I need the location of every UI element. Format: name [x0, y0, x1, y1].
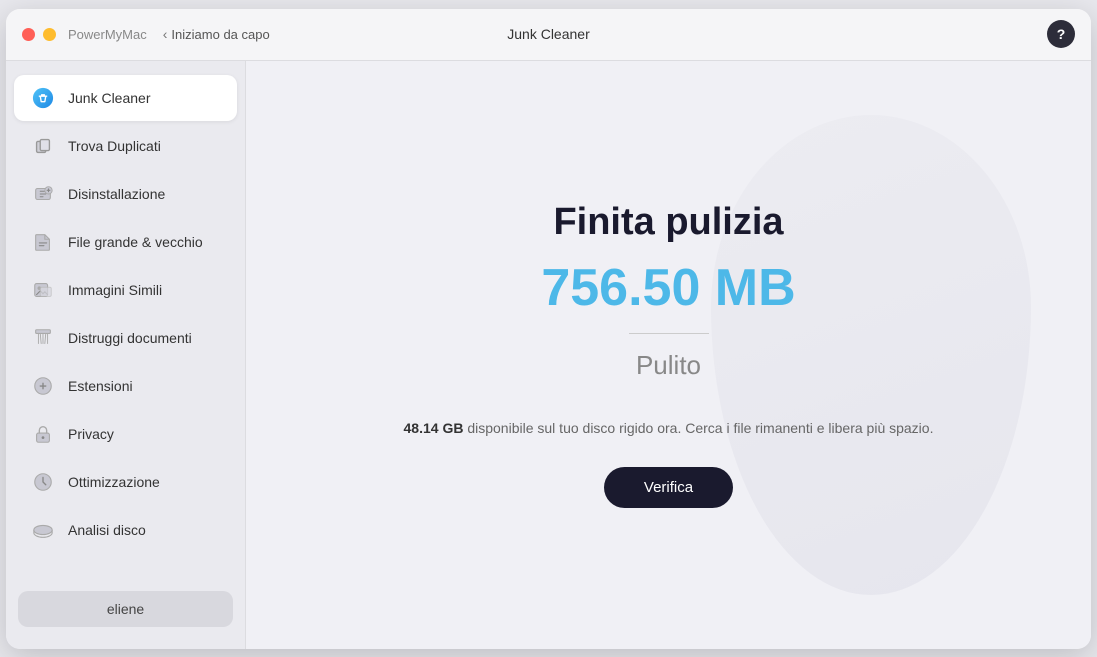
user-button[interactable]: eliene [18, 591, 233, 627]
sidebar-item-trova-duplicati[interactable]: Trova Duplicati [14, 123, 237, 169]
result-size: 756.50 MB [541, 260, 795, 317]
app-brand: PowerMyMac [68, 27, 147, 42]
sidebar-item-estensioni[interactable]: Estensioni [14, 363, 237, 409]
sidebar-label-disinstallazione: Disinstallazione [68, 186, 165, 202]
result-status: Pulito [636, 350, 701, 381]
title-bar: PowerMyMac ‹ Iniziamo da capo Junk Clean… [6, 9, 1091, 61]
sidebar-item-disinstallazione[interactable]: Disinstallazione [14, 171, 237, 217]
sidebar-item-ottimizzazione[interactable]: Ottimizzazione [14, 459, 237, 505]
trova-duplicati-icon [30, 133, 56, 159]
file-grande-icon [30, 229, 56, 255]
chevron-left-icon: ‹ [163, 26, 168, 42]
close-button[interactable] [22, 28, 35, 41]
disk-free-amount: 48.14 GB [404, 420, 464, 436]
minimize-button[interactable] [43, 28, 56, 41]
app-window: PowerMyMac ‹ Iniziamo da capo Junk Clean… [6, 9, 1091, 649]
verify-button[interactable]: Verifica [604, 467, 733, 508]
sidebar-footer: eliene [6, 581, 245, 637]
sidebar-item-privacy[interactable]: Privacy [14, 411, 237, 457]
disinstallazione-icon [30, 181, 56, 207]
analisi-disco-icon [30, 517, 56, 543]
nav-back-label: Iniziamo da capo [171, 27, 269, 42]
sidebar: Junk Cleaner Trova Duplicati [6, 61, 246, 649]
immagini-simili-icon [30, 277, 56, 303]
sidebar-label-privacy: Privacy [68, 426, 114, 442]
sidebar-label-ottimizzazione: Ottimizzazione [68, 474, 160, 490]
sidebar-label-estensioni: Estensioni [68, 378, 133, 394]
disk-free-text: disponibile sul tuo disco rigido ora. Ce… [463, 420, 933, 436]
main-content: Junk Cleaner Trova Duplicati [6, 61, 1091, 649]
content-area: Finita pulizia 756.50 MB Pulito 48.14 GB… [246, 61, 1091, 649]
content-inner: Finita pulizia 756.50 MB Pulito 48.14 GB… [404, 201, 934, 509]
sidebar-label-junk-cleaner: Junk Cleaner [68, 90, 151, 106]
junk-cleaner-icon [30, 85, 56, 111]
result-divider [629, 333, 709, 334]
sidebar-item-distruggi-documenti[interactable]: Distruggi documenti [14, 315, 237, 361]
estensioni-icon [30, 373, 56, 399]
sidebar-label-analisi-disco: Analisi disco [68, 522, 146, 538]
sidebar-item-junk-cleaner[interactable]: Junk Cleaner [14, 75, 237, 121]
sidebar-label-file-grande: File grande & vecchio [68, 234, 203, 250]
nav-back-button[interactable]: ‹ Iniziamo da capo [163, 26, 270, 42]
sidebar-label-trova-duplicati: Trova Duplicati [68, 138, 161, 154]
sidebar-label-distruggi-documenti: Distruggi documenti [68, 330, 192, 346]
privacy-icon [30, 421, 56, 447]
help-button[interactable]: ? [1047, 20, 1075, 48]
window-title: Junk Cleaner [507, 26, 590, 42]
distruggi-documenti-icon [30, 325, 56, 351]
sidebar-item-analisi-disco[interactable]: Analisi disco [14, 507, 237, 553]
result-title: Finita pulizia [553, 201, 783, 244]
sidebar-item-file-grande[interactable]: File grande & vecchio [14, 219, 237, 265]
disk-info: 48.14 GB disponibile sul tuo disco rigid… [404, 417, 934, 439]
sidebar-item-immagini-simili[interactable]: Immagini Simili [14, 267, 237, 313]
sidebar-label-immagini-simili: Immagini Simili [68, 282, 162, 298]
sidebar-items: Junk Cleaner Trova Duplicati [6, 73, 245, 581]
traffic-lights [22, 28, 56, 41]
ottimizzazione-icon [30, 469, 56, 495]
